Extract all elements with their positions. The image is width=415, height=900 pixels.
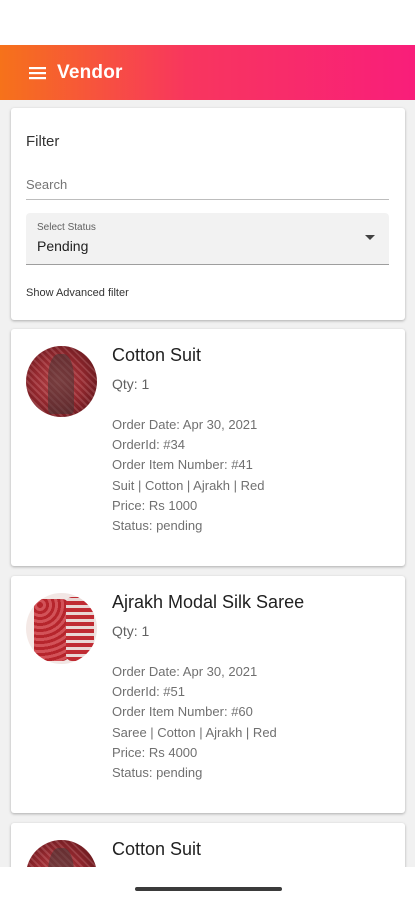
order-card[interactable]: Ajrakh Modal Silk Saree Qty: 1 Order Dat…: [11, 576, 405, 813]
order-details: Order Date: Apr 30, 2021 OrderId: #51 Or…: [112, 662, 277, 783]
order-status: Status: pending: [112, 765, 203, 781]
search-input[interactable]: [26, 170, 389, 198]
status-select-value: Pending: [37, 238, 89, 254]
product-qty: Qty: 1: [112, 623, 150, 639]
order-id: OrderId: #34: [112, 437, 185, 453]
menu-button[interactable]: [23, 58, 53, 88]
filter-card: Filter Select Status Pending Show Advanc…: [11, 108, 405, 320]
dropdown-arrow-icon[interactable]: [365, 235, 375, 240]
status-select-label: Select Status: [37, 222, 96, 233]
order-id: OrderId: #51: [112, 684, 185, 700]
order-item-number: Order Item Number: #60: [112, 704, 253, 720]
show-advanced-filter-button[interactable]: Show Advanced filter: [26, 287, 129, 299]
product-image: [26, 840, 97, 867]
product-qty: Qty: 1: [112, 376, 150, 392]
order-item-number: Order Item Number: #41: [112, 457, 253, 473]
product-attributes: Suit | Cotton | Ajrakh | Red: [112, 477, 265, 493]
product-image: [26, 346, 97, 417]
product-name: Cotton Suit: [112, 839, 202, 859]
order-price: Price: Rs 1000: [112, 497, 198, 513]
vendor-screen: Vendor Filter Select Status Pending Show…: [0, 0, 415, 900]
system-navigation-bar: [0, 867, 415, 900]
product-image: [26, 593, 97, 664]
hamburger-menu-icon[interactable]: [28, 65, 48, 81]
order-price: Price: Rs 4000: [112, 744, 198, 760]
order-card[interactable]: Cotton Suit: [11, 823, 405, 867]
home-indicator[interactable]: [135, 887, 282, 891]
app-title: Vendor: [57, 61, 123, 83]
product-name: Cotton Suit: [112, 345, 202, 365]
filter-title: Filter: [26, 133, 60, 150]
order-card[interactable]: Cotton Suit Qty: 1 Order Date: Apr 30, 2…: [11, 329, 405, 566]
order-list[interactable]: Filter Select Status Pending Show Advanc…: [0, 100, 415, 867]
app-bar: Vendor: [0, 45, 415, 100]
product-name: Ajrakh Modal Silk Saree: [112, 592, 305, 612]
order-details: Order Date: Apr 30, 2021 OrderId: #34 Or…: [112, 415, 264, 536]
product-attributes: Saree | Cotton | Ajrakh | Red: [112, 724, 277, 740]
order-date: Order Date: Apr 30, 2021: [112, 417, 258, 432]
search-field[interactable]: [26, 170, 389, 200]
order-date: Order Date: Apr 30, 2021: [112, 664, 258, 679]
order-status: Status: pending: [112, 518, 203, 534]
status-select[interactable]: Select Status Pending: [26, 213, 389, 265]
